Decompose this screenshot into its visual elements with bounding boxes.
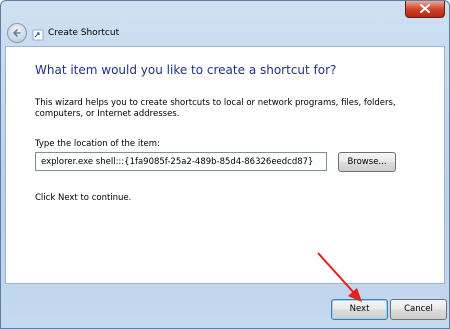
window-title: Create Shortcut (48, 28, 120, 38)
back-button[interactable] (7, 23, 27, 43)
wizard-content: What item would you like to create a sho… (5, 46, 445, 284)
location-label: Type the location of the item: (35, 139, 160, 149)
shortcut-icon (32, 29, 44, 41)
title-bar: Create Shortcut (1, 1, 449, 43)
browse-button[interactable]: Browse... (338, 152, 396, 172)
back-arrow-icon (13, 29, 21, 37)
close-button[interactable] (405, 1, 445, 18)
cancel-button[interactable]: Cancel (390, 299, 447, 320)
footer-bar: Next Cancel (1, 285, 449, 329)
wizard-heading: What item would you like to create a sho… (35, 63, 337, 77)
location-input[interactable] (35, 152, 327, 171)
continue-hint: Click Next to continue. (35, 193, 132, 203)
next-button[interactable]: Next (331, 299, 388, 320)
create-shortcut-window: Create Shortcut What item would you like… (0, 0, 450, 329)
close-icon (420, 4, 430, 13)
wizard-description: This wizard helps you to create shortcut… (35, 98, 396, 119)
